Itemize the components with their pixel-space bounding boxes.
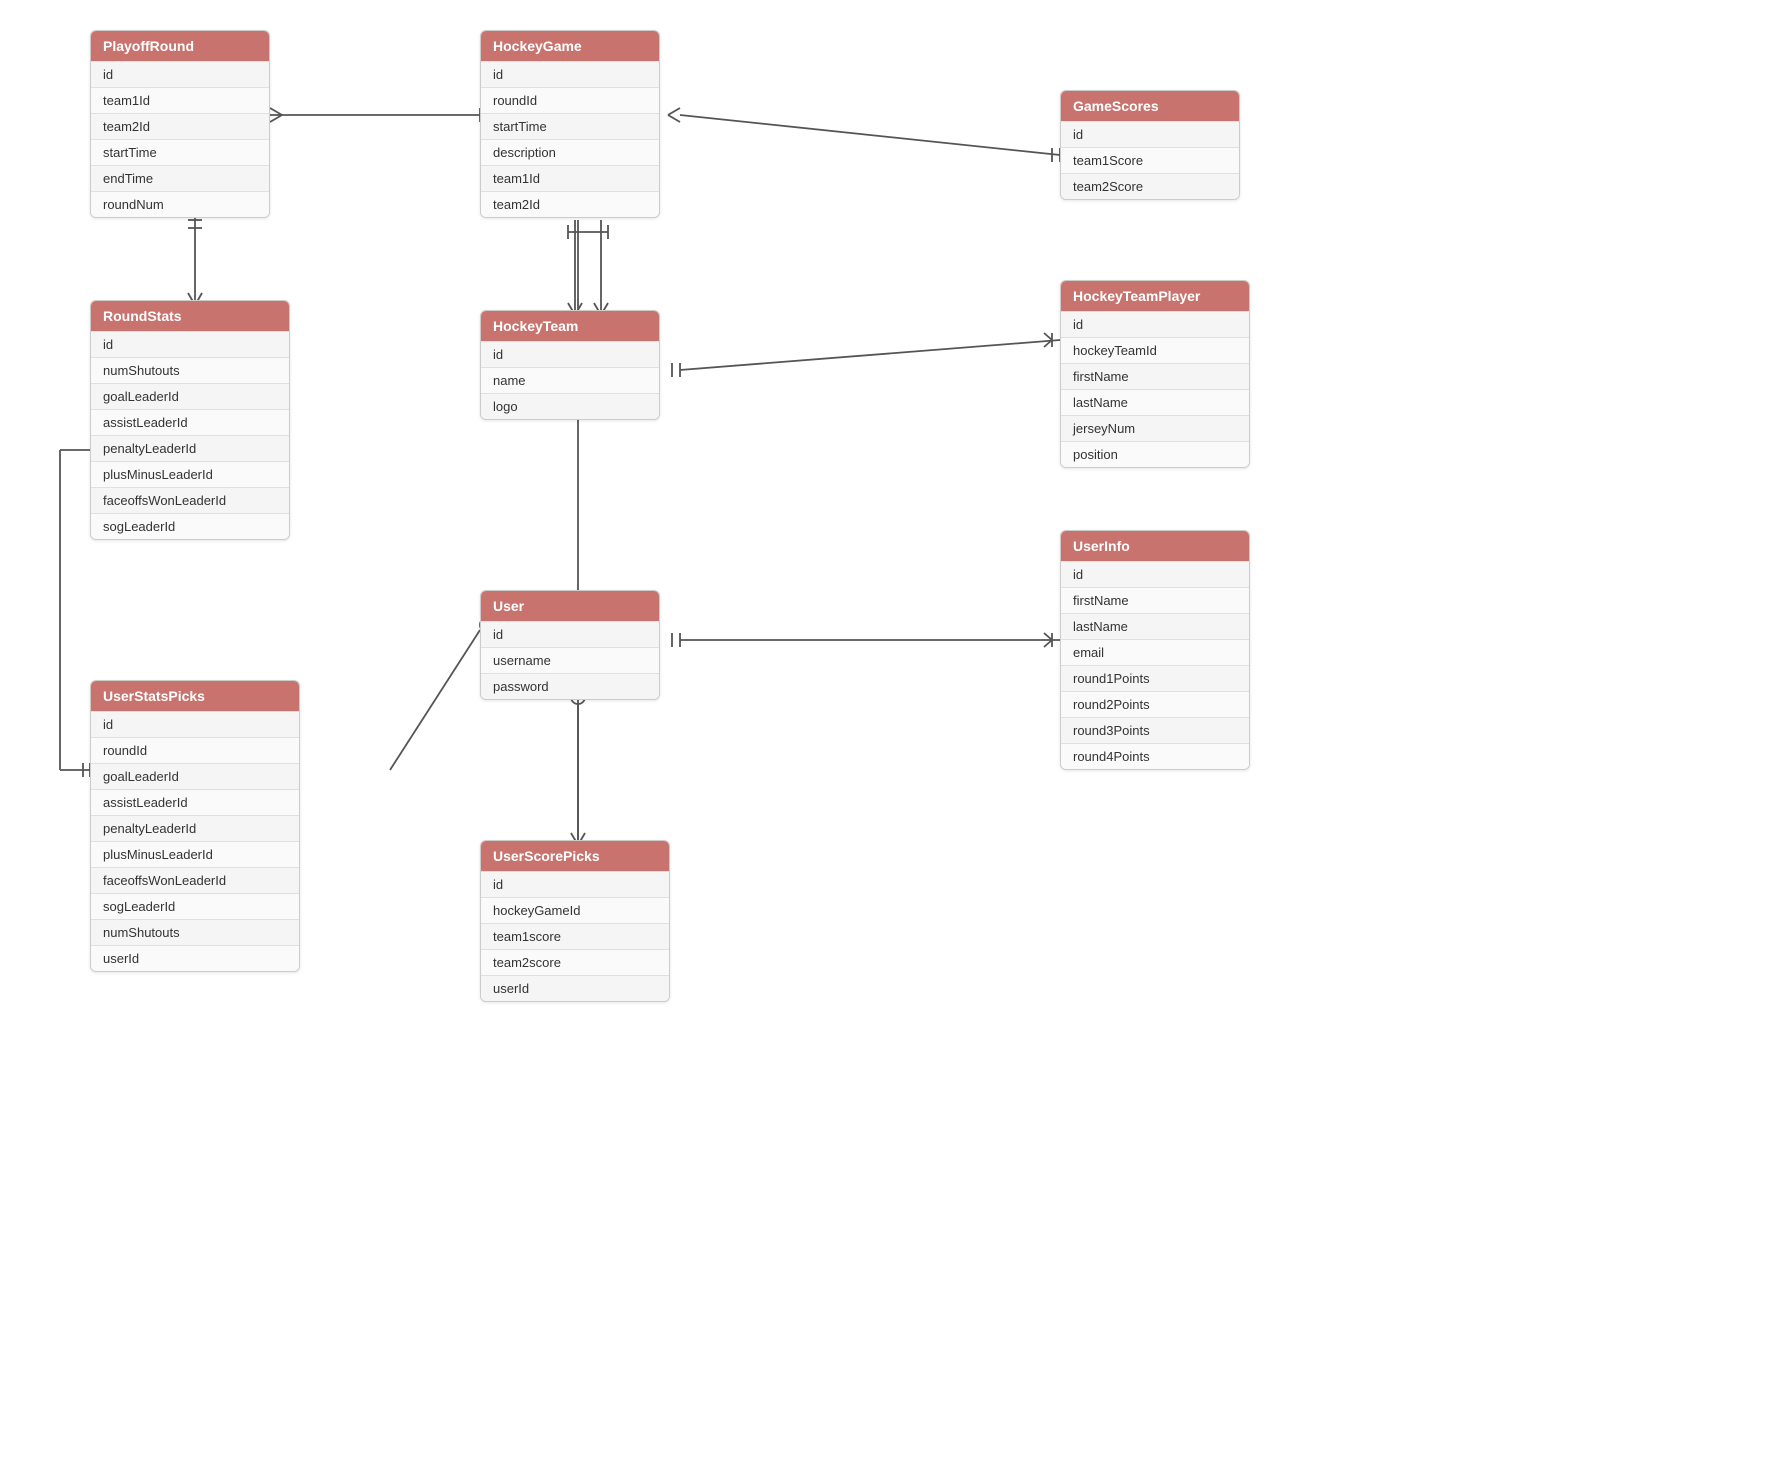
field-hockeygame-starttime: startTime: [481, 113, 659, 139]
field-hockeyteamplayer-position: position: [1061, 441, 1249, 467]
field-hockeygame-roundid: roundId: [481, 87, 659, 113]
field-gamescores-team1score: team1Score: [1061, 147, 1239, 173]
field-userinfo-round4points: round4Points: [1061, 743, 1249, 769]
entity-header-userinfo: UserInfo: [1061, 531, 1249, 561]
field-user-id: id: [481, 621, 659, 647]
field-hockeygame-description: description: [481, 139, 659, 165]
field-hockeyteamplayer-jerseynum: jerseyNum: [1061, 415, 1249, 441]
entity-header-userstatspicks: UserStatsPicks: [91, 681, 299, 711]
entity-header-gamescores: GameScores: [1061, 91, 1239, 121]
field-playoffround-starttime: startTime: [91, 139, 269, 165]
field-hockeyteamplayer-firstname: firstName: [1061, 363, 1249, 389]
entity-user: User id username password: [480, 590, 660, 700]
entity-header-userscorepicks: UserScorePicks: [481, 841, 669, 871]
entity-header-playoffround: PlayoffRound: [91, 31, 269, 61]
field-userstatspicks-roundid: roundId: [91, 737, 299, 763]
field-userstatspicks-plusminusleaderid: plusMinusLeaderId: [91, 841, 299, 867]
field-hockeyteam-id: id: [481, 341, 659, 367]
field-hockeygame-id: id: [481, 61, 659, 87]
field-userstatspicks-id: id: [91, 711, 299, 737]
field-roundstats-sogleaderid: sogLeaderId: [91, 513, 289, 539]
field-roundstats-plusminusleaderid: plusMinusLeaderId: [91, 461, 289, 487]
field-hockeygame-team1id: team1Id: [481, 165, 659, 191]
field-userstatspicks-penaltyleaderid: penaltyLeaderId: [91, 815, 299, 841]
field-userscorepicks-team1score: team1score: [481, 923, 669, 949]
field-roundstats-goalleaderid: goalLeaderId: [91, 383, 289, 409]
field-gamescores-team2score: team2Score: [1061, 173, 1239, 199]
field-userinfo-round3points: round3Points: [1061, 717, 1249, 743]
field-playoffround-team2id: team2Id: [91, 113, 269, 139]
entity-gamescores: GameScores id team1Score team2Score: [1060, 90, 1240, 200]
entity-userscorepicks: UserScorePicks id hockeyGameId team1scor…: [480, 840, 670, 1002]
field-playoffround-endtime: endTime: [91, 165, 269, 191]
field-userstatspicks-faceoffswonleaderid: faceoffsWonLeaderId: [91, 867, 299, 893]
entity-header-hockeyteamplayer: HockeyTeamPlayer: [1061, 281, 1249, 311]
field-userstatspicks-sogleaderid: sogLeaderId: [91, 893, 299, 919]
field-userinfo-round1points: round1Points: [1061, 665, 1249, 691]
field-roundstats-faceoffswonleaderid: faceoffsWonLeaderId: [91, 487, 289, 513]
field-roundstats-numshutouts: numShutouts: [91, 357, 289, 383]
field-userscorepicks-id: id: [481, 871, 669, 897]
field-userstatspicks-numshutouts: numShutouts: [91, 919, 299, 945]
entity-userstatspicks: UserStatsPicks id roundId goalLeaderId a…: [90, 680, 300, 972]
entity-roundstats: RoundStats id numShutouts goalLeaderId a…: [90, 300, 290, 540]
entity-userinfo: UserInfo id firstName lastName email rou…: [1060, 530, 1250, 770]
field-user-username: username: [481, 647, 659, 673]
field-userinfo-firstname: firstName: [1061, 587, 1249, 613]
field-hockeyteam-logo: logo: [481, 393, 659, 419]
entity-header-hockeyteam: HockeyTeam: [481, 311, 659, 341]
field-playoffround-team1id: team1Id: [91, 87, 269, 113]
entity-header-hockeygame: HockeyGame: [481, 31, 659, 61]
field-hockeyteamplayer-hockeyteamid: hockeyTeamId: [1061, 337, 1249, 363]
field-userstatspicks-userid: userId: [91, 945, 299, 971]
field-userstatspicks-assistleaderid: assistLeaderId: [91, 789, 299, 815]
field-hockeyteam-name: name: [481, 367, 659, 393]
field-hockeyteamplayer-lastname: lastName: [1061, 389, 1249, 415]
entity-hockeygame: HockeyGame id roundId startTime descript…: [480, 30, 660, 218]
diagram-container: PlayoffRound id team1Id team2Id startTim…: [0, 0, 1768, 1482]
field-roundstats-penaltyleaderid: penaltyLeaderId: [91, 435, 289, 461]
field-roundstats-assistleaderid: assistLeaderId: [91, 409, 289, 435]
entity-hockeyteamplayer: HockeyTeamPlayer id hockeyTeamId firstNa…: [1060, 280, 1250, 468]
field-gamescores-id: id: [1061, 121, 1239, 147]
field-userinfo-email: email: [1061, 639, 1249, 665]
field-userscorepicks-hockeygameid: hockeyGameId: [481, 897, 669, 923]
field-playoffround-id: id: [91, 61, 269, 87]
entity-header-roundstats: RoundStats: [91, 301, 289, 331]
entity-playoffround: PlayoffRound id team1Id team2Id startTim…: [90, 30, 270, 218]
field-userinfo-round2points: round2Points: [1061, 691, 1249, 717]
field-roundstats-id: id: [91, 331, 289, 357]
entity-hockeyteam: HockeyTeam id name logo: [480, 310, 660, 420]
field-userstatspicks-goalleaderid: goalLeaderId: [91, 763, 299, 789]
field-userscorepicks-userid: userId: [481, 975, 669, 1001]
field-hockeygame-team2id: team2Id: [481, 191, 659, 217]
field-playoffround-roundnum: roundNum: [91, 191, 269, 217]
entity-header-user: User: [481, 591, 659, 621]
field-user-password: password: [481, 673, 659, 699]
field-userscorepicks-team2score: team2score: [481, 949, 669, 975]
field-userinfo-lastname: lastName: [1061, 613, 1249, 639]
field-userinfo-id: id: [1061, 561, 1249, 587]
field-hockeyteamplayer-id: id: [1061, 311, 1249, 337]
